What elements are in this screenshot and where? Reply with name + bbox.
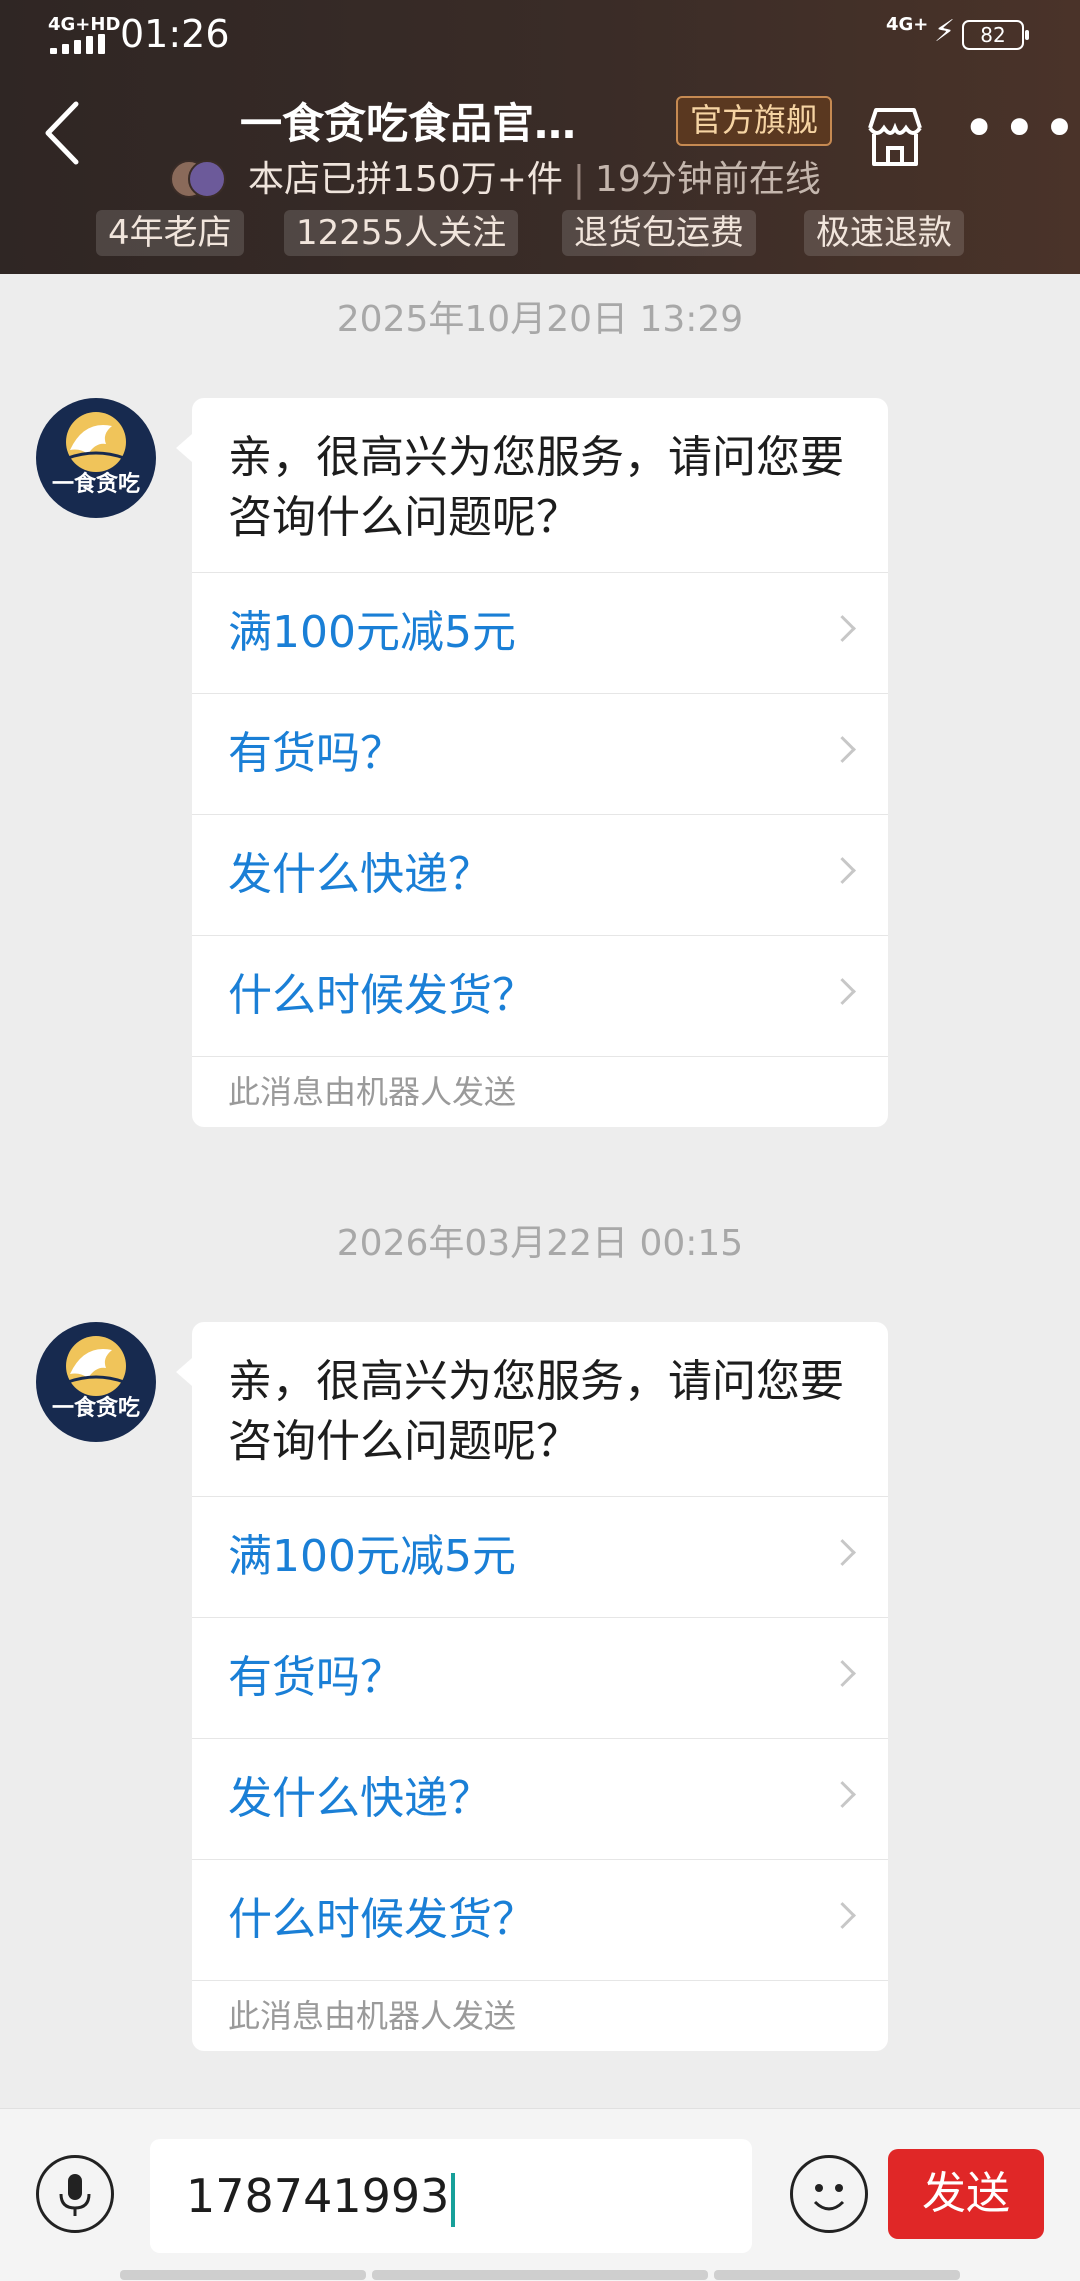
quick-question-item[interactable]: 满100元减5元 (192, 1496, 888, 1617)
charging-icon: ⚡ (934, 14, 956, 49)
tag-followers: 12255人关注 (284, 210, 519, 256)
quick-question-label: 发什么快递？ (228, 1773, 492, 1824)
shop-header: 4G+HD 01:26 4G+ ⚡ 82 一食贪吃食品官… 官方旗舰 ••• 本… (0, 0, 1080, 274)
chevron-right-icon (829, 1781, 856, 1808)
shop-logo-text: 一食贪吃 (51, 472, 140, 497)
official-store-badge: 官方旗舰 (676, 96, 833, 146)
quick-question-label: 有货吗？ (228, 728, 404, 779)
shop-title[interactable]: 一食贪吃食品官… (240, 90, 576, 151)
online-status: 19分钟前在线 (595, 159, 821, 200)
chevron-right-icon (829, 736, 856, 763)
greeting-text: 亲，很高兴为您服务，请问您要咨询什么问题呢？ (228, 432, 844, 543)
quick-question-item[interactable]: 有货吗？ (192, 693, 888, 814)
greeting-text: 亲，很高兴为您服务，请问您要咨询什么问题呢？ (228, 1356, 844, 1467)
quick-question-label: 什么时候发货？ (228, 1894, 536, 1945)
shop-sub-info: 本店已拼150万+件 | 19分钟前在线 (248, 150, 821, 202)
shop-logo-text: 一食贪吃 (51, 1396, 140, 1421)
bot-message-card: 亲，很高兴为您服务，请问您要咨询什么问题呢？ 满100元减5元 有货吗？ 发什么… (176, 1322, 888, 2051)
send-button[interactable]: 发送 (888, 2149, 1044, 2239)
text-cursor (451, 2172, 456, 2227)
clock: 01:26 (120, 12, 230, 56)
group-buy-count: 本店已拼150万+件 (248, 159, 563, 200)
fish-logo-icon (66, 412, 126, 472)
quick-question-label: 满100元减5元 (228, 1531, 516, 1582)
shop-avatar[interactable]: 一食贪吃 (36, 398, 156, 518)
chevron-right-icon (829, 978, 856, 1005)
quick-question-label: 有货吗？ (228, 1652, 404, 1703)
tag-fast-refund: 极速退款 (804, 210, 964, 256)
buyer-avatars (170, 160, 238, 198)
emoji-icon[interactable] (790, 2155, 868, 2233)
quick-question-item[interactable]: 什么时候发货？ (192, 935, 888, 1056)
quick-question-label: 满100元减5元 (228, 607, 516, 658)
store-icon[interactable] (860, 102, 930, 172)
divider: | (572, 159, 586, 200)
quick-question-label: 什么时候发货？ (228, 970, 536, 1021)
status-bar: 4G+HD 01:26 4G+ ⚡ 82 (0, 0, 1080, 72)
quick-question-item[interactable]: 有货吗？ (192, 1617, 888, 1738)
shop-avatar[interactable]: 一食贪吃 (36, 1322, 156, 1442)
battery-level: 82 (980, 23, 1006, 47)
keyboard-handle (714, 2270, 960, 2280)
quick-question-item[interactable]: 发什么快递？ (192, 1738, 888, 1859)
back-arrow-icon[interactable] (40, 98, 88, 168)
avatar (188, 160, 226, 198)
chevron-right-icon (829, 615, 856, 642)
signal-icon (50, 34, 106, 54)
battery-icon: 82 (962, 20, 1029, 50)
message-timestamp: 2026年03月22日 00:15 (336, 1223, 744, 1264)
quick-question-item[interactable]: 什么时候发货？ (192, 1859, 888, 1980)
robot-sent-note: 此消息由机器人发送 (192, 1056, 888, 1127)
microphone-icon[interactable] (36, 2155, 114, 2233)
quick-question-item[interactable]: 发什么快递？ (192, 814, 888, 935)
message-input-value: 178741993 (186, 2169, 450, 2223)
keyboard-handle (372, 2270, 708, 2280)
chevron-right-icon (829, 857, 856, 884)
more-options-icon[interactable]: ••• (962, 99, 1080, 157)
network-indicator-left: 4G+HD (48, 14, 121, 35)
message-timestamp: 2025年10月20日 13:29 (336, 299, 744, 340)
network-indicator-right: 4G+ (886, 14, 929, 35)
tag-store-age: 4年老店 (96, 210, 244, 256)
chevron-right-icon (829, 1539, 856, 1566)
chevron-right-icon (829, 1902, 856, 1929)
chevron-right-icon (829, 1660, 856, 1687)
robot-sent-note: 此消息由机器人发送 (192, 1980, 888, 2051)
tag-free-return-shipping: 退货包运费 (562, 210, 756, 256)
message-input[interactable]: 178741993 (150, 2139, 752, 2253)
keyboard-handle (120, 2270, 366, 2280)
fish-logo-icon (66, 1336, 126, 1396)
bot-message-card: 亲，很高兴为您服务，请问您要咨询什么问题呢？ 满100元减5元 有货吗？ 发什么… (176, 398, 888, 1127)
chat-input-bar: 178741993 发送 (0, 2108, 1080, 2281)
quick-question-label: 发什么快递？ (228, 849, 492, 900)
quick-question-item[interactable]: 满100元减5元 (192, 572, 888, 693)
